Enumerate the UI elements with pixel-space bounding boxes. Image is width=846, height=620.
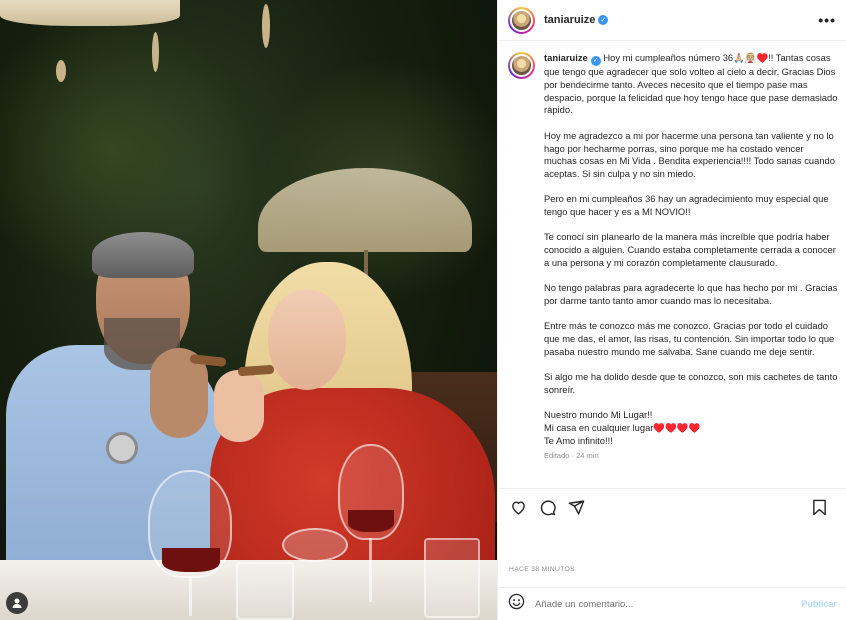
post-details-panel: taniaruize ✓ ••• taniaruize ✓ Hoy mi cump… [497,0,846,620]
post-time-ago: HACE 38 MINUTOS [509,566,575,573]
tagged-user-icon[interactable] [6,592,28,614]
water-glass [236,562,294,620]
caption-closing: Nuestro mundo Mi Lugar!! Mi casa en cual… [544,409,838,447]
header-username[interactable]: taniaruize [544,14,595,26]
like-button[interactable] [508,497,528,517]
action-bar [508,496,838,518]
post-header: taniaruize ✓ ••• [498,0,846,41]
caption-paragraph: Entre más te conozco más me conozco. Gra… [544,320,835,357]
caption-paragraph: Te conocí sin planearlo de la manera más… [544,231,836,268]
bookmark-icon [812,499,826,515]
edited-timestamp: Editado · 24 min [544,451,599,461]
verified-badge-icon: ✓ [590,56,601,67]
share-button[interactable] [566,497,586,517]
closing-line: Te Amo infinito!!! [544,434,613,446]
user-icon [12,598,22,608]
verified-badge-icon: ✓ [598,15,609,25]
save-button[interactable] [809,497,829,517]
woman-face [268,290,346,390]
caption-username[interactable]: taniaruize [544,52,588,63]
caption-paragraph: Pero en mi cumpleaños 36 hay un agradeci… [544,193,829,218]
avatar[interactable] [508,6,535,34]
more-options-icon[interactable]: ••• [818,12,836,28]
publish-button[interactable]: Publicar [801,599,837,609]
share-icon [568,499,584,515]
emoji-button[interactable] [508,593,525,615]
divider [498,488,846,489]
caption-paragraph-text: Hoy mi cumpleaños número 36🙏🏼👰🏼♥️!! Tant… [544,52,838,116]
tassel [262,4,270,48]
avatar-image [510,8,533,32]
parasol-top [0,0,180,26]
comment-icon [540,499,556,515]
closing-line: Nuestro mundo Mi Lugar!! [544,409,653,421]
emoji-icon [508,593,525,610]
ashtray [282,528,348,562]
caption-text: taniaruize ✓ Hoy mi cumpleaños número 36🙏… [544,52,838,463]
caption-paragraph: No tengo palabras para agradecerte lo qu… [544,282,838,306]
heart-icon [511,500,525,515]
tassel [152,32,159,72]
caption: taniaruize ✓ Hoy mi cumpleaños número 36🙏… [508,52,840,463]
caption-paragraph: Si algo me ha dolido desde que te conozc… [544,371,838,395]
tassel [56,60,66,82]
comment-input[interactable] [535,598,775,610]
comment-button[interactable] [537,497,557,517]
woman-hand [214,370,264,442]
glass-stem [189,576,192,616]
caption-paragraph: taniaruize ✓ Hoy mi cumpleaños número 36🙏… [544,52,838,117]
wristwatch [106,432,138,464]
avatar-image [510,54,533,77]
water-glass [424,538,480,618]
comment-bar: Publicar [498,588,846,620]
closing-line: Mi casa en cualquier lugar♥️♥️♥️♥️ [544,421,701,433]
caption-paragraph: Hoy me agradezco a mi por hacerme una pe… [544,129,835,179]
man-hair [92,232,194,278]
wine [162,548,220,572]
glass-stem [369,538,372,602]
wine [348,510,394,532]
caption-avatar[interactable] [508,52,535,79]
post-photo[interactable] [0,0,497,620]
